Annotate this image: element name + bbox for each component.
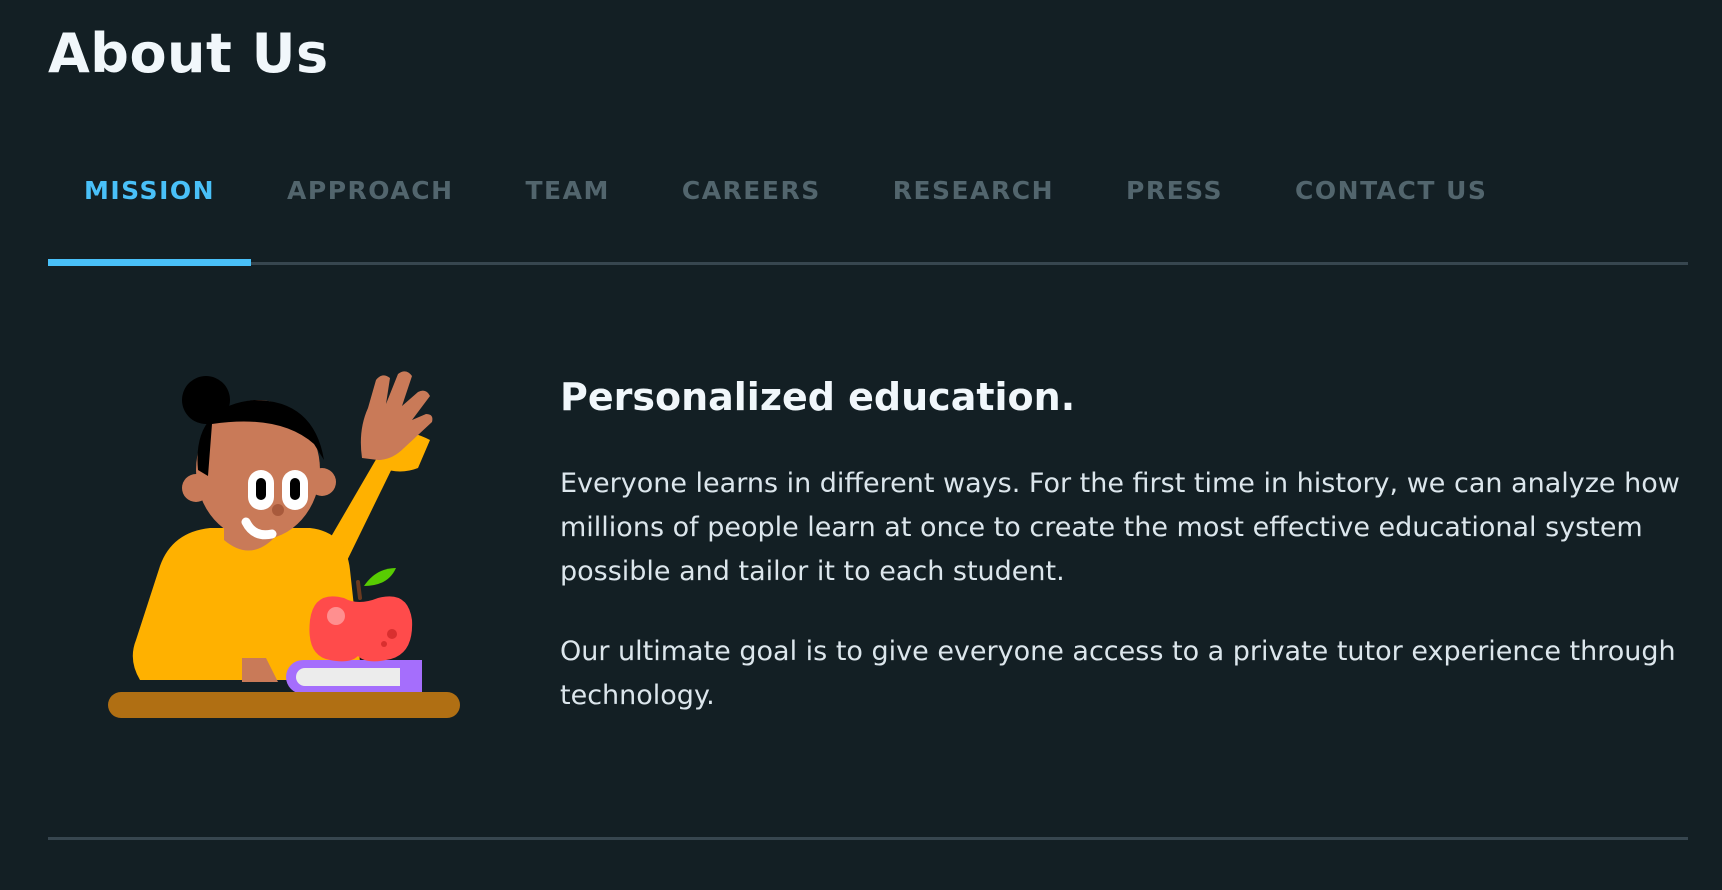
tab-label: PRESS xyxy=(1126,176,1224,205)
tab-press[interactable]: PRESS xyxy=(1090,170,1259,262)
tab-contact-us[interactable]: CONTACT US xyxy=(1259,170,1523,262)
mission-section: Personalized education. Everyone learns … xyxy=(560,372,1700,754)
about-page: About Us MISSION APPROACH TEAM CAREERS R… xyxy=(0,0,1722,890)
student-raising-hand-illustration xyxy=(100,360,480,740)
tab-label: APPROACH xyxy=(287,176,454,205)
section-heading: Personalized education. xyxy=(560,375,1076,419)
tab-bar: MISSION APPROACH TEAM CAREERS RESEARCH P… xyxy=(48,170,1688,266)
tab-label: TEAM xyxy=(525,176,610,205)
tab-label: MISSION xyxy=(84,176,216,205)
tab-careers[interactable]: CAREERS xyxy=(646,170,857,262)
tab-label: RESEARCH xyxy=(892,176,1054,205)
mission-paragraph: Everyone learns in different ways. For t… xyxy=(560,468,1680,587)
tab-approach[interactable]: APPROACH xyxy=(251,170,489,262)
tab-label: CAREERS xyxy=(681,176,821,205)
tab-label: CONTACT US xyxy=(1295,176,1488,205)
section-divider xyxy=(48,837,1688,840)
mission-paragraph: Our ultimate goal is to give everyone ac… xyxy=(560,636,1676,711)
tab-research[interactable]: RESEARCH xyxy=(857,170,1090,262)
page-title: About Us xyxy=(48,22,329,85)
tab-mission[interactable]: MISSION xyxy=(48,170,252,266)
tab-team[interactable]: TEAM xyxy=(490,170,646,262)
